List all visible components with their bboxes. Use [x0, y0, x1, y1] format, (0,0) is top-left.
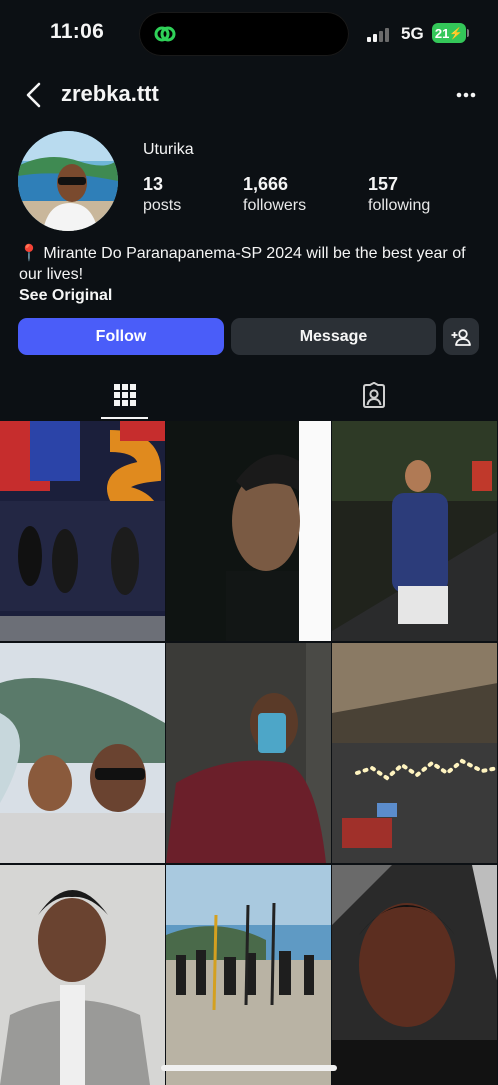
- follow-button[interactable]: Follow: [18, 318, 224, 355]
- back-arrow-icon[interactable]: [24, 82, 44, 108]
- dynamic-island: [139, 12, 349, 56]
- display-name: Uturika: [143, 141, 194, 158]
- home-indicator[interactable]: [161, 1065, 337, 1071]
- tagged-photos-icon: [362, 382, 385, 408]
- grid-icon: [113, 384, 136, 406]
- see-original-link[interactable]: See Original: [19, 287, 112, 305]
- message-button[interactable]: Message: [231, 318, 436, 355]
- stat-value: 13: [143, 174, 164, 194]
- grid-post-9[interactable]: [332, 865, 497, 1085]
- link-icon: [154, 26, 176, 42]
- grid-post-4[interactable]: [0, 643, 165, 863]
- grid-post-5[interactable]: [166, 643, 331, 863]
- stat-followers[interactable]: 1,666 followers: [243, 174, 306, 215]
- tab-tagged[interactable]: [249, 370, 498, 420]
- stat-value: 1,666: [243, 174, 289, 194]
- profile-bio: 📍 Mirante Do Paranapanema-SP 2024 will b…: [19, 245, 466, 283]
- more-options-icon[interactable]: [456, 92, 476, 98]
- tab-posts-grid[interactable]: [0, 370, 249, 420]
- grid-post-3[interactable]: [332, 421, 497, 641]
- profile-avatar[interactable]: [18, 131, 118, 231]
- add-person-icon: [451, 328, 471, 346]
- network-type: 5G: [401, 24, 424, 43]
- stat-label: following: [368, 197, 431, 214]
- battery-tip: [467, 29, 469, 37]
- stat-label: posts: [143, 197, 182, 214]
- grid-post-7[interactable]: [0, 865, 165, 1085]
- grid-post-2[interactable]: [166, 421, 331, 641]
- active-tab-indicator: [101, 417, 148, 419]
- cellular-signal-icon: [367, 26, 393, 42]
- battery-icon: 21 ⚡: [432, 23, 466, 43]
- status-time: 11:06: [50, 20, 105, 43]
- suggested-accounts-button[interactable]: [443, 318, 479, 355]
- stat-posts[interactable]: 13 posts: [143, 174, 181, 215]
- grid-post-6[interactable]: [332, 643, 497, 863]
- battery-level: 21: [434, 25, 450, 41]
- stat-following[interactable]: 157 following: [368, 174, 430, 215]
- grid-post-8[interactable]: [166, 865, 331, 1085]
- stat-value: 157: [368, 174, 399, 194]
- grid-post-1[interactable]: [0, 421, 165, 641]
- profile-username: zrebka.ttt: [61, 81, 159, 106]
- stat-label: followers: [243, 197, 307, 214]
